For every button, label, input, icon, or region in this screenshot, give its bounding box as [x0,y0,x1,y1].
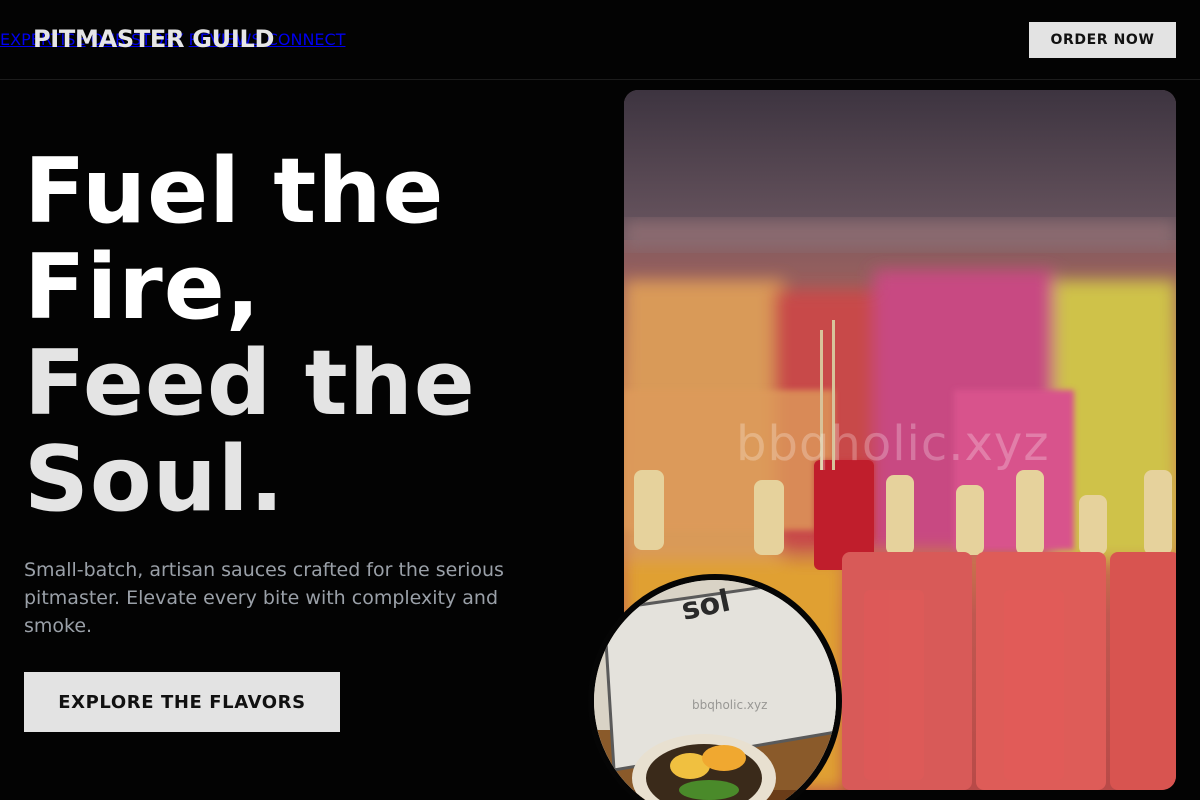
hero-subcopy: Small-batch, artisan sauces crafted for … [24,559,504,637]
page: PITMASTER GUILD EXPERTISE OUR STORY REVI… [0,0,1200,800]
site-header: PITMASTER GUILD EXPERTISE OUR STORY REVI… [0,0,1200,80]
headline-line-4: Soul. [24,427,285,532]
inset-food-image: sol bbqholic.xyz [588,574,842,800]
inset-image-watermark: bbqholic.xyz [692,698,768,712]
headline-line-3: Feed the [24,331,476,436]
order-now-button[interactable]: ORDER NOW [1029,22,1176,58]
headline-line-1: Fuel the [24,139,445,244]
headline-line-2: Fire, [24,235,261,340]
main-image-watermark: bbqholic.xyz [736,416,1050,472]
brand-logo[interactable]: PITMASTER GUILD [33,25,274,53]
plated-dish-illustration: sol [594,580,836,800]
nav-link-connect[interactable]: CONNECT [267,30,346,49]
hero-headline: Fuel the Fire, Feed the Soul. [24,144,584,528]
explore-flavors-button[interactable]: EXPLORE THE FLAVORS [24,672,340,732]
